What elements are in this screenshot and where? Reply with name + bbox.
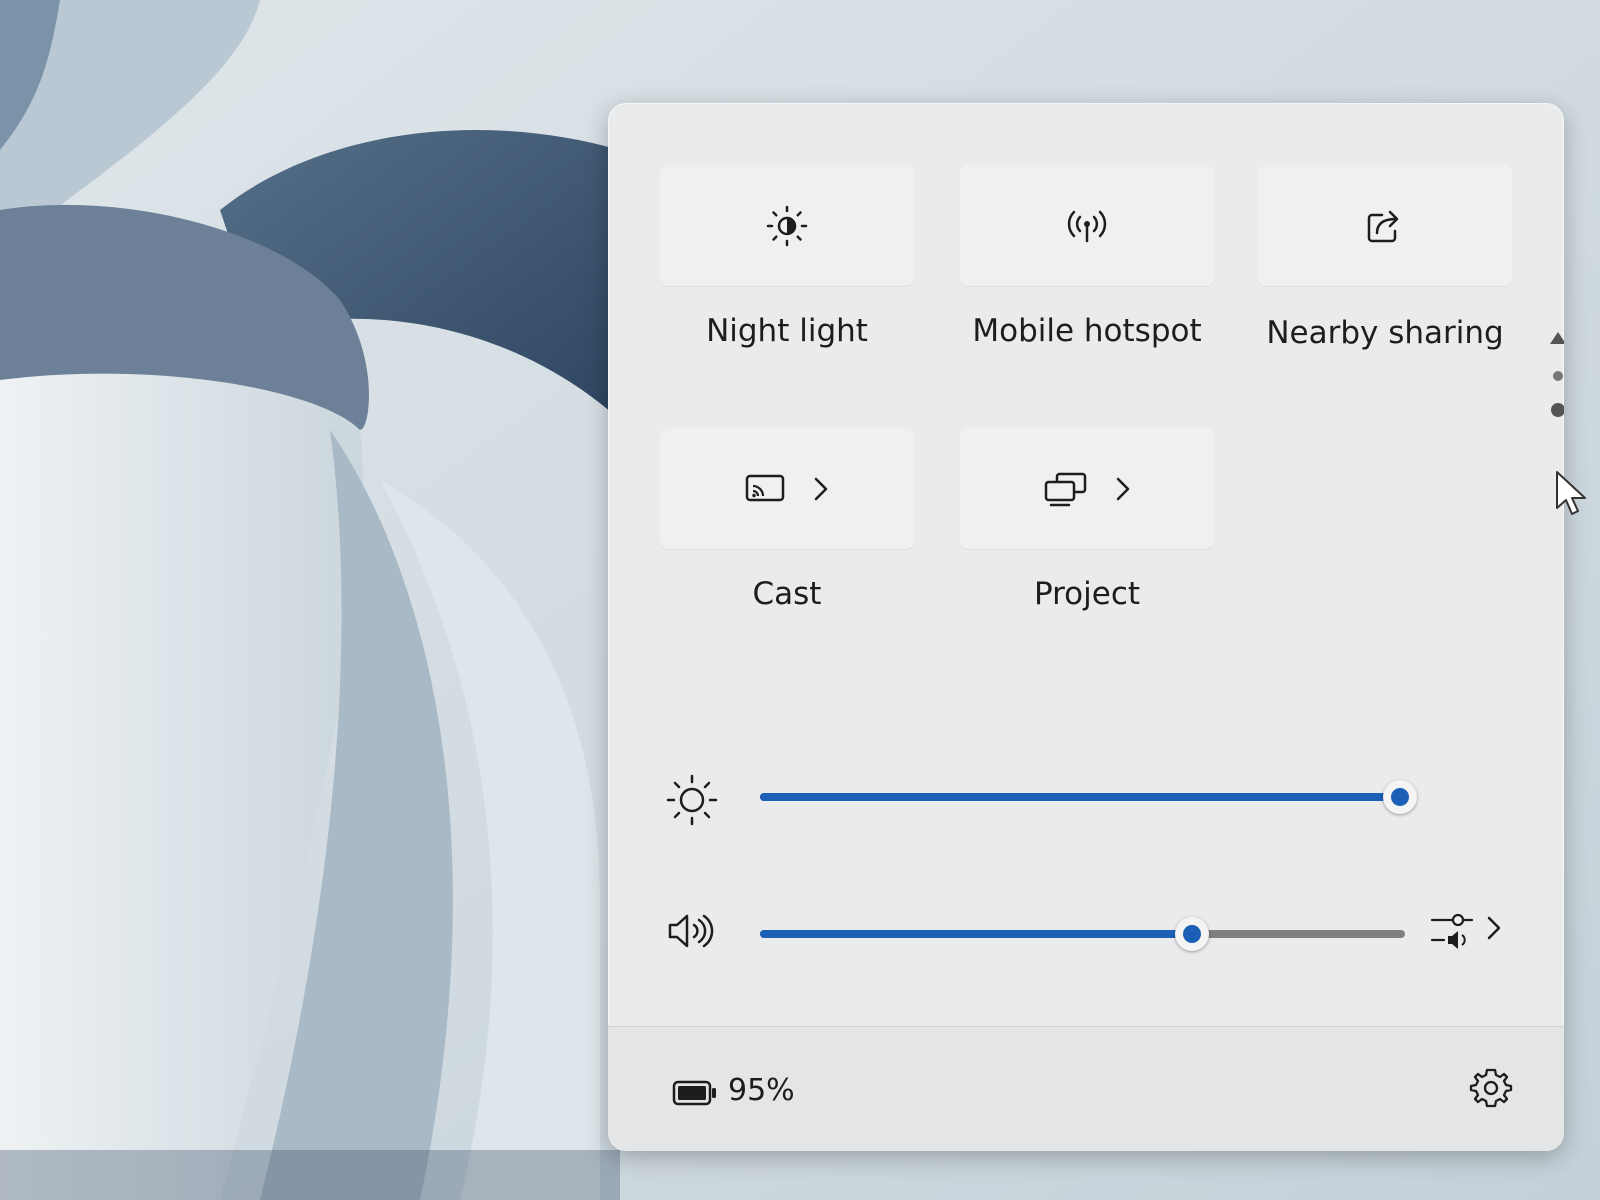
hotspot-icon <box>1067 210 1107 243</box>
nearby-sharing-label: Nearby sharing <box>1266 315 1504 351</box>
volume-slider-thumb[interactable] <box>1175 917 1210 951</box>
night-light-tile[interactable] <box>660 165 914 287</box>
volume-slider[interactable] <box>760 917 1405 951</box>
settings-button[interactable] <box>1466 1063 1516 1113</box>
mouse-cursor-icon <box>1556 471 1586 515</box>
speaker-icon <box>668 914 714 948</box>
mobile-hotspot-label: Mobile hotspot <box>972 313 1202 349</box>
nearby-sharing-tile[interactable] <box>1258 165 1512 287</box>
brightness-icon <box>666 774 718 826</box>
cast-tile[interactable] <box>660 428 914 550</box>
volume-mixer-button[interactable] <box>1428 909 1518 953</box>
battery-icon <box>672 1080 716 1106</box>
cast-label: Cast <box>752 576 822 612</box>
quick-settings-footer: 95% <box>608 1026 1564 1151</box>
brightness-slider-fill <box>760 793 1400 801</box>
chevron-right-icon[interactable] <box>813 476 829 502</box>
chevron-right-icon[interactable] <box>1115 476 1131 502</box>
volume-slider-fill <box>760 930 1193 938</box>
brightness-slider-thumb[interactable] <box>1383 780 1417 814</box>
page-indicator[interactable] <box>1546 328 1564 432</box>
cast-icon <box>745 474 785 502</box>
quick-settings-panel: Night light Mobile hotspot Nearby sharin… <box>608 103 1564 1151</box>
project-label: Project <box>1033 576 1141 612</box>
volume-mixer-icon <box>1430 913 1474 949</box>
gear-icon <box>1469 1068 1513 1108</box>
share-icon <box>1367 210 1399 243</box>
chevron-right-icon <box>1487 916 1501 940</box>
night-light-icon <box>766 205 808 247</box>
project-icon <box>1044 472 1087 507</box>
battery-percentage: 95% <box>728 1073 795 1108</box>
night-light-label: Night light <box>706 313 868 349</box>
brightness-slider[interactable] <box>760 780 1417 814</box>
battery-status[interactable]: 95% <box>672 1071 862 1115</box>
project-tile[interactable] <box>960 428 1214 550</box>
mobile-hotspot-tile[interactable] <box>960 165 1214 287</box>
